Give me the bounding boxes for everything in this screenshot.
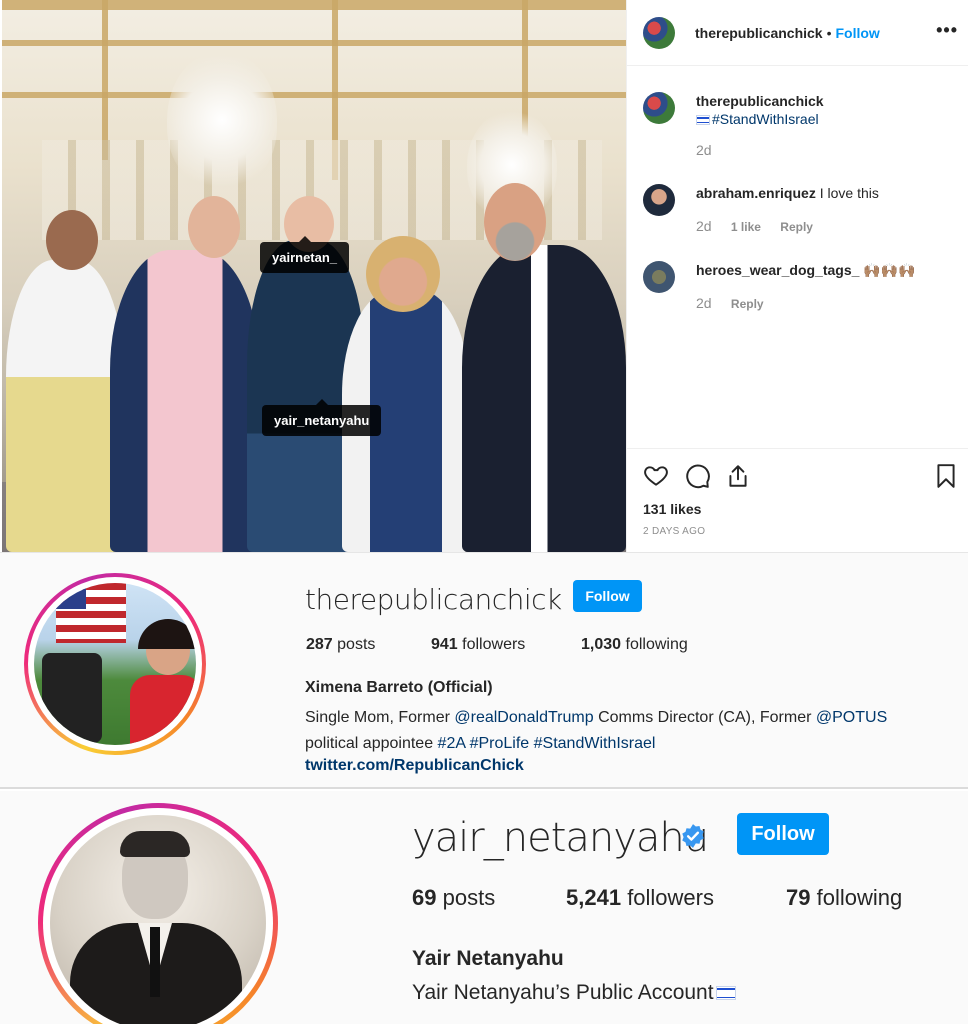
- caption: therepublicanchick #StandWithIsrael 2d: [643, 92, 963, 158]
- comment-username[interactable]: abraham.enriquez: [696, 185, 816, 201]
- followers-label: followers: [627, 885, 714, 910]
- profile-header-therepublicanchick: therepublicanchick Follow 287 posts 941 …: [0, 552, 968, 789]
- atrium-beam: [2, 92, 626, 98]
- comment-time: 2d: [696, 142, 712, 158]
- comment-text: I love this: [819, 185, 879, 201]
- comment-time: 2d: [696, 218, 712, 234]
- necktie: [150, 927, 160, 997]
- following-number: 1,030: [581, 636, 622, 653]
- instagram-post: yairnetan_ yair_netanyahu therepublicanc…: [0, 0, 968, 552]
- profile-header-yair-netanyahu: yair_netanyahu Follow 69 posts 5,241 fol…: [0, 791, 968, 1024]
- mention-link[interactable]: @POTUS: [816, 709, 887, 726]
- bookmark-icon[interactable]: [933, 463, 959, 489]
- person-1-head: [46, 210, 98, 270]
- profile-bio: Yair Netanyahu’s Public Account: [412, 981, 738, 1005]
- profile-full-name: Ximena Barreto (Official): [305, 679, 493, 696]
- post-actions: 131 likes 2 DAYS AGO: [627, 448, 968, 552]
- profile-full-name: Yair Netanyahu: [412, 947, 564, 970]
- israel-flag-icon: [696, 115, 710, 125]
- atrium-beam: [2, 40, 626, 46]
- post-sidebar: therepublicanchick • Follow ••• therepub…: [626, 0, 968, 552]
- israel-flag-icon: [715, 986, 736, 1000]
- person-5-head: [484, 183, 546, 261]
- posts-label: posts: [442, 885, 496, 910]
- photo-tag[interactable]: yairnetan_: [260, 236, 350, 273]
- profile-website-link[interactable]: twitter.com/RepublicanChick: [305, 757, 524, 775]
- separator: •: [826, 24, 832, 41]
- followers-number: 941: [431, 636, 458, 653]
- photo-tag[interactable]: yair_netanyahu: [262, 399, 382, 436]
- posts-count[interactable]: 287 posts: [306, 636, 375, 654]
- following-label: following: [625, 636, 688, 653]
- following-count[interactable]: 1,030 following: [581, 636, 688, 654]
- comment-likes[interactable]: 1 like: [731, 220, 761, 234]
- hashtag[interactable]: #StandWithIsrael: [712, 111, 819, 127]
- comment-time: 2d: [696, 295, 712, 311]
- person-4-head: [366, 236, 440, 312]
- bio-text: Yair Netanyahu’s Public Account: [412, 981, 714, 1004]
- man-hair: [120, 831, 190, 857]
- share-icon[interactable]: [725, 463, 751, 489]
- followers-count[interactable]: 941 followers: [431, 636, 525, 654]
- posts-number: 69: [412, 885, 437, 910]
- reply-button[interactable]: Reply: [731, 297, 764, 311]
- camera-graphic: [42, 653, 102, 743]
- red-shirt: [130, 675, 196, 745]
- atrium-beam: [102, 0, 108, 160]
- mention-link[interactable]: @realDonaldTrump: [454, 709, 593, 726]
- atrium-beam: [2, 0, 626, 10]
- post-photo[interactable]: yairnetan_ yair_netanyahu: [2, 0, 626, 552]
- following-count[interactable]: 79 following: [786, 885, 902, 911]
- followers-label: followers: [462, 636, 526, 653]
- posts-label: posts: [337, 636, 376, 653]
- follow-button[interactable]: Follow: [737, 813, 829, 855]
- post-timestamp: 2 DAYS AGO: [643, 526, 706, 537]
- chandelier: [167, 50, 277, 190]
- profile-username: yair_netanyahu: [412, 815, 709, 861]
- posts-count[interactable]: 69 posts: [412, 885, 495, 911]
- posts-number: 287: [306, 636, 333, 653]
- followers-count[interactable]: 5,241 followers: [566, 885, 714, 911]
- comment-icon[interactable]: [685, 463, 711, 489]
- person-2-head: [188, 196, 240, 258]
- avatar[interactable]: [34, 583, 196, 745]
- comment: abraham.enriquez I love this 2d 1 like R…: [643, 184, 963, 234]
- hashtag-link[interactable]: #ProLife: [470, 735, 530, 752]
- heart-icon[interactable]: [643, 463, 669, 489]
- avatar[interactable]: [643, 184, 675, 216]
- verified-badge-icon: [682, 824, 704, 848]
- person-5: [462, 245, 626, 552]
- us-flag-canton: [56, 583, 86, 609]
- post-author-username[interactable]: therepublicanchick: [695, 25, 823, 41]
- comment-username[interactable]: therepublicanchick: [696, 92, 963, 110]
- follow-button[interactable]: Follow: [573, 580, 642, 612]
- post-header: therepublicanchick • Follow •••: [627, 0, 968, 66]
- profile-bio: Single Mom, Former @realDonaldTrump Comm…: [305, 705, 955, 757]
- comment: heroes_wear_dog_tags_ 🙌🏽🙌🏽🙌🏽 2d Reply: [643, 261, 963, 311]
- avatar[interactable]: [643, 16, 675, 49]
- comment-username[interactable]: heroes_wear_dog_tags_: [696, 262, 859, 278]
- bio-text: political appointee: [305, 735, 438, 752]
- reply-button[interactable]: Reply: [780, 220, 813, 234]
- comment-text: 🙌🏽🙌🏽🙌🏽: [863, 262, 916, 278]
- follow-link[interactable]: Follow: [836, 25, 880, 41]
- hashtag-link[interactable]: #StandWithIsrael: [534, 735, 656, 752]
- bio-text: Single Mom, Former: [305, 709, 455, 726]
- profile-username: therepublicanchick: [305, 583, 562, 616]
- followers-number: 5,241: [566, 885, 622, 910]
- avatar[interactable]: [50, 815, 266, 1024]
- likes-count[interactable]: 131 likes: [643, 501, 701, 517]
- bio-text: Comms Director (CA), Former: [593, 709, 816, 726]
- following-label: following: [816, 885, 903, 910]
- avatar[interactable]: [643, 92, 675, 124]
- story-ring[interactable]: [38, 803, 278, 1024]
- following-number: 79: [786, 885, 811, 910]
- person-1: [6, 260, 124, 552]
- hashtag-link[interactable]: #2A: [438, 735, 466, 752]
- more-options-icon[interactable]: •••: [936, 20, 958, 41]
- avatar[interactable]: [643, 261, 675, 293]
- person-2: [110, 250, 260, 552]
- story-ring[interactable]: [24, 573, 206, 755]
